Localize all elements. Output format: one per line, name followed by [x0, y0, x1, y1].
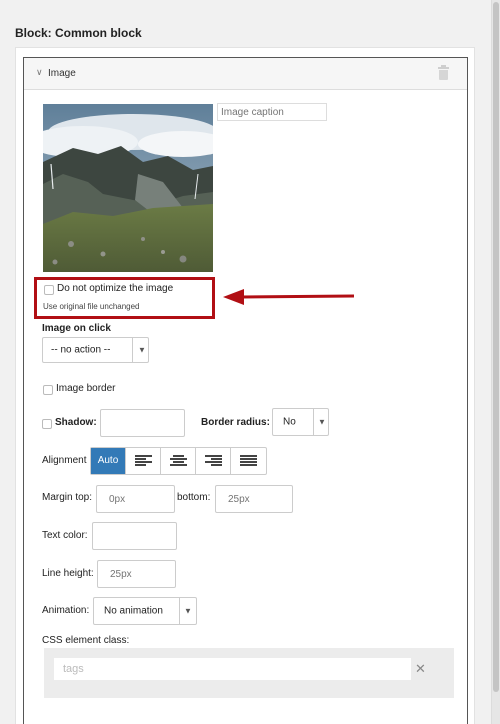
scrollbar-thumb[interactable] — [493, 2, 499, 692]
alignment-button-group: Auto — [90, 447, 267, 475]
align-right-button[interactable] — [196, 448, 231, 474]
shadow-input[interactable] — [100, 409, 185, 437]
margin-bottom-input[interactable] — [215, 485, 293, 513]
image-panel: ∨ Image Image caption Do not optimize th… — [23, 57, 468, 724]
align-justify-button[interactable] — [231, 448, 266, 474]
css-class-input[interactable]: tags — [54, 658, 411, 680]
trash-icon[interactable] — [438, 65, 449, 80]
chevron-down-icon: ▼ — [318, 417, 326, 427]
image-preview[interactable] — [43, 104, 213, 272]
image-on-click-select[interactable]: -- no action -- ▼ — [42, 337, 149, 363]
text-color-label: Text color: — [42, 530, 88, 541]
optimize-checkbox[interactable] — [44, 285, 54, 295]
margin-top-input[interactable] — [96, 485, 175, 513]
align-center-button[interactable] — [161, 448, 196, 474]
align-justify-icon — [240, 455, 257, 467]
page-scrollbar[interactable] — [491, 0, 500, 724]
chevron-down-icon[interactable]: ∨ — [36, 67, 43, 78]
line-height-input[interactable] — [97, 560, 176, 588]
panel-title: Image — [48, 68, 76, 79]
optimize-hint: Use original file unchanged — [43, 302, 140, 311]
block-title: Block: Common block — [15, 26, 142, 40]
annotation-arrow-icon — [223, 289, 355, 305]
align-auto-button[interactable]: Auto — [91, 448, 126, 474]
chevron-down-icon: ▼ — [184, 606, 192, 616]
css-class-field: tags ✕ — [44, 648, 454, 698]
align-left-button[interactable] — [126, 448, 161, 474]
animation-label: Animation: — [42, 605, 90, 616]
shadow-label: Shadow: — [55, 417, 97, 428]
panel-header[interactable]: ∨ Image — [24, 58, 467, 90]
optimize-label: Do not optimize the image — [57, 283, 174, 294]
text-color-input[interactable] — [92, 522, 177, 550]
image-on-click-label: Image on click — [42, 323, 111, 334]
image-on-click-value: -- no action -- — [51, 344, 111, 356]
chevron-down-icon: ▼ — [138, 345, 146, 355]
margin-top-label: Margin top: — [42, 492, 93, 503]
align-right-icon — [205, 455, 222, 467]
border-radius-value: No — [283, 416, 296, 428]
border-radius-select[interactable]: No ▼ — [272, 408, 329, 436]
animation-select[interactable]: No animation ▼ — [93, 597, 197, 625]
css-class-label: CSS element class: — [42, 635, 130, 646]
align-left-icon — [135, 455, 152, 467]
line-height-label: Line height: — [42, 568, 94, 579]
image-border-checkbox[interactable] — [43, 385, 53, 395]
margin-bottom-label: bottom: — [177, 492, 211, 503]
close-icon[interactable]: ✕ — [415, 661, 426, 677]
image-caption-input[interactable] — [217, 103, 327, 121]
shadow-checkbox[interactable] — [42, 419, 52, 429]
align-center-icon — [170, 455, 187, 467]
alignment-label: Alignment — [42, 455, 87, 466]
image-border-label: Image border — [56, 383, 116, 394]
border-radius-label: Border radius: — [201, 417, 270, 428]
animation-value: No animation — [104, 605, 163, 617]
